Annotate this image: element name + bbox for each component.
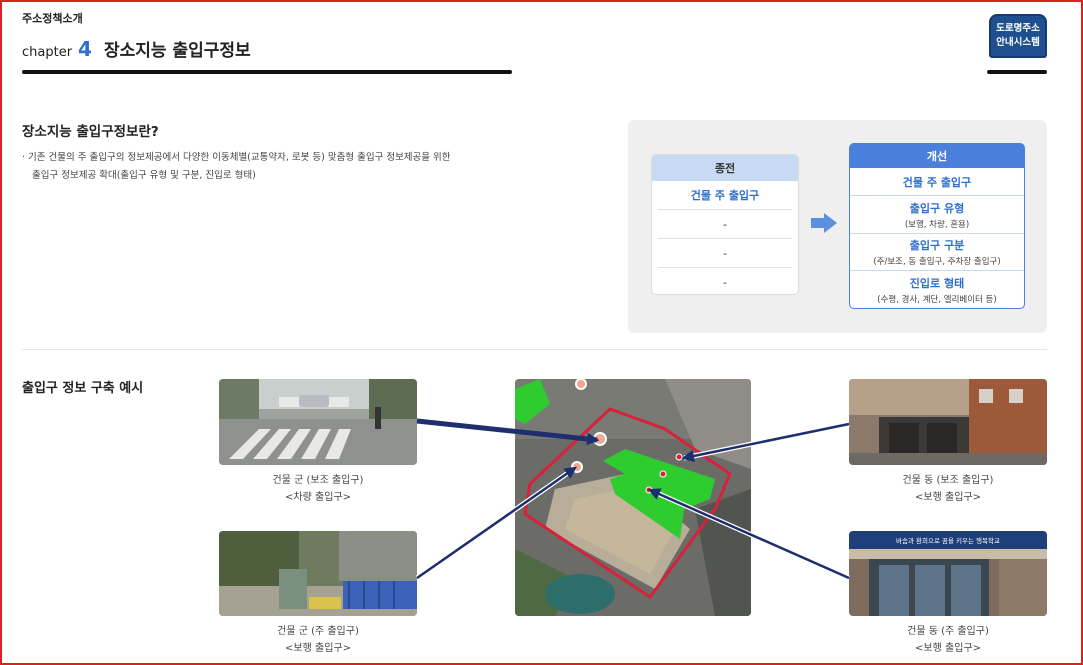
caption-line: 건물 동 (보조 출입구) [902,475,994,486]
photo-building-main-entrance: 바솜과 환희으로 꿈을 키우는 행복학교 [849,531,1047,616]
old-info-card: 종전 건물 주 출입구 - - - [651,154,799,295]
building-side-entrance-image [849,379,1047,465]
example-title: 출입구 정보 구축 예시 [22,381,144,396]
road-address-logo[interactable]: 도로명주소 안내시스템 [989,14,1047,58]
new-header: 개선 [849,143,1025,168]
section-label: 주소정책소개 [22,12,83,25]
aerial-map-image [515,379,751,616]
photo-caption: 건물 동 (보조 출입구) <보행 출입구> [849,472,1047,506]
new-row-label: 진입로 형태 [909,276,965,290]
new-row-sub: (주/보조, 동 출입구, 주차장 출입구) [873,257,1001,267]
new-body: 건물 주 출입구 출입구 유형 (보행, 차량, 혼용) 출입구 구분 (주/보… [849,168,1025,309]
title-underline [22,70,512,74]
caption-line: <보행 출입구> [915,492,981,503]
school-gate-image [219,531,417,616]
page-title: 장소지능 출입구정보 [103,41,251,61]
chapter-word: chapter [22,45,73,60]
caption-line: 건물 군 (주 출입구) [277,626,359,637]
new-row-label: 건물 주 출입구 [902,175,972,189]
logo-text-line1: 도로명주소 [996,23,1040,34]
arrow-right-icon [811,213,837,233]
photo-caption: 건물 동 (주 출입구) <보행 출입구> [849,623,1047,657]
logo-text-line2: 안내시스템 [996,37,1040,48]
definition-title: 장소지능 출입구정보란? [22,124,159,140]
aerial-map [515,379,751,616]
banner-text: 바솜과 환희으로 꿈을 키우는 행복학교 [896,536,1000,545]
caption-line: 건물 군 (보조 출입구) [272,475,364,486]
caption-line: <차량 출입구> [285,492,351,503]
chapter-number: 4 [78,37,92,61]
caption-line: <보행 출입구> [915,643,981,654]
photo-caption: 건물 군 (주 출입구) <보행 출입구> [219,623,417,657]
new-row-label: 출입구 유형 [909,201,965,215]
chapter-heading: chapter 4 장소지능 출입구정보 [22,36,251,61]
caption-line: 건물 동 (주 출입구) [907,626,989,637]
old-row: - [658,239,792,268]
new-row-approach-form: 진입로 형태 (수평, 경사, 계단, 엘리베이터 등) [850,271,1024,308]
section-divider [22,349,1047,350]
logo-underline [987,70,1047,74]
photo-vehicle-entrance [219,379,417,465]
photo-school-gate [219,531,417,616]
new-info-card: 개선 건물 주 출입구 출입구 유형 (보행, 차량, 혼용) 출입구 구분 (… [849,143,1025,309]
photo-caption: 건물 군 (보조 출입구) <차량 출입구> [219,472,417,506]
new-row-entrance-type: 출입구 유형 (보행, 차량, 혼용) [850,196,1024,234]
new-row-sub: (수평, 경사, 계단, 엘리베이터 등) [877,294,997,305]
new-row-entrance-class: 출입구 구분 (주/보조, 동 출입구, 주차장 출입구) [850,234,1024,271]
old-header: 종전 [652,155,798,181]
photo-building-side-entrance [849,379,1047,465]
new-row-main-entrance: 건물 주 출입구 [850,168,1024,196]
definition-text: · 기존 건물의 주 출입구의 정보제공에서 다양한 이동체별(교통약자, 로봇… [22,149,522,185]
new-row-sub: (보행, 차량, 혼용) [904,219,970,230]
vehicle-entrance-image [219,379,417,465]
definition-line-1: · 기존 건물의 주 출입구의 정보제공에서 다양한 이동체별(교통약자, 로봇… [22,152,451,163]
new-row-label: 출입구 구분 [909,239,965,252]
old-row: 건물 주 출입구 [658,181,792,210]
old-row: - [723,276,727,289]
caption-line: <보행 출입구> [285,643,351,654]
definition-line-2: 출입구 정보제공 확대(출입구 유형 및 구분, 진입로 형태) [32,170,256,181]
building-main-entrance-image: 바솜과 환희으로 꿈을 키우는 행복학교 [849,531,1047,616]
old-row: - [658,210,792,239]
